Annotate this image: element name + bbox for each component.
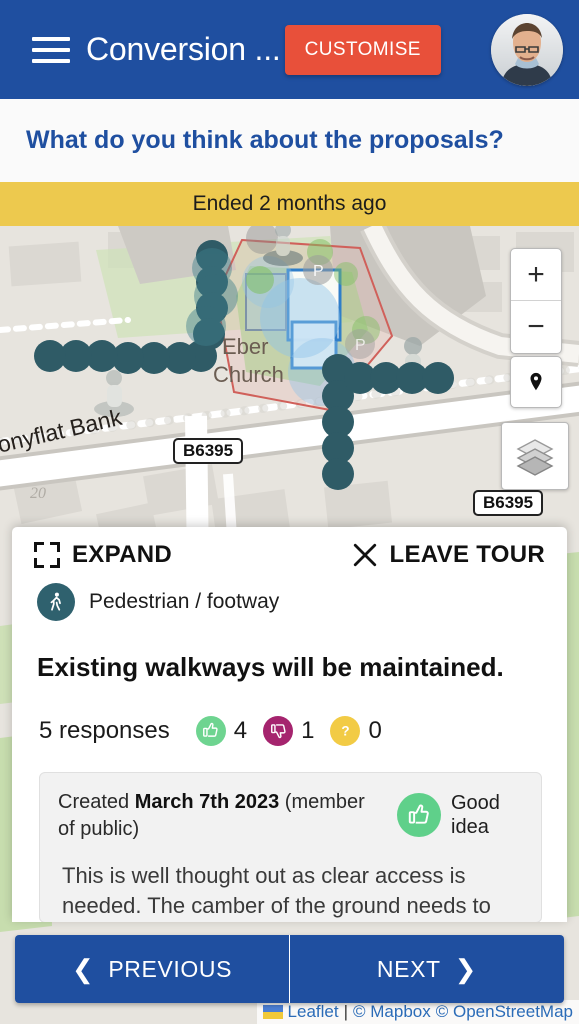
responses-summary: 5 responses 4 1 ? 0 <box>12 684 567 746</box>
panel-toolbar: EXPAND LEAVE TOUR <box>12 527 567 569</box>
thumbs-down-icon <box>263 715 294 746</box>
svg-text:?: ? <box>341 723 349 738</box>
chevron-left-icon: ❮ <box>71 954 95 984</box>
ukraine-flag-icon <box>262 1005 283 1019</box>
status-text: Ended 2 months ago <box>192 192 387 215</box>
map-attribution: Leaflet | © Mapbox © OpenStreetMap <box>256 1000 579 1024</box>
proposal-headline: Existing walkways will be maintained. <box>37 652 504 682</box>
tour-navigation: ❮ PREVIOUS NEXT ❯ <box>15 935 564 1003</box>
chevron-right-icon: ❯ <box>454 954 478 984</box>
attribution-separator: | <box>343 1002 348 1021</box>
pedestrian-walking-icon <box>37 583 75 621</box>
expand-corners-icon <box>34 542 60 568</box>
vote-negative-count: 1 <box>301 716 315 744</box>
hamburger-menu-icon[interactable] <box>32 35 70 65</box>
avatar-photo <box>491 13 563 86</box>
close-x-icon <box>353 543 376 567</box>
expand-button[interactable]: EXPAND <box>34 541 172 569</box>
svg-text:P: P <box>355 337 366 354</box>
customise-button[interactable]: CUSTOMISE <box>284 24 441 75</box>
comment-meta: Created March 7th 2023 (member of public… <box>58 789 387 843</box>
comment-created-prefix: Created <box>58 790 130 813</box>
next-label: NEXT <box>376 955 441 982</box>
question-mark-icon: ? <box>330 715 361 746</box>
zoom-out-button[interactable]: − <box>511 301 561 353</box>
vote-unsure-count: 0 <box>368 716 382 744</box>
next-button[interactable]: NEXT ❯ <box>290 935 564 1003</box>
avatar[interactable] <box>491 13 563 86</box>
thumbs-up-icon <box>397 792 441 837</box>
status-banner: Ended 2 months ago <box>0 182 579 226</box>
locate-me-button[interactable] <box>510 356 562 408</box>
zoom-in-button[interactable]: + <box>511 249 561 301</box>
comment-created-date: March 7th 2023 <box>134 790 280 813</box>
svg-text:20: 20 <box>30 485 46 502</box>
mapbox-link[interactable]: © Mapbox <box>353 1002 431 1022</box>
road-badge: B6395 <box>173 438 244 464</box>
vote-positive[interactable]: 4 <box>195 715 253 746</box>
page-title: Conversion ... <box>86 31 281 67</box>
map-label-place-1: Eber <box>222 334 269 359</box>
vote-unsure[interactable]: ? 0 <box>330 715 387 746</box>
category-row: Pedestrian / footway <box>12 569 567 621</box>
comment-verdict: Good idea <box>397 789 523 839</box>
question-text: What do you think about the proposals? <box>26 126 504 154</box>
comment-card: Created March 7th 2023 (member of public… <box>39 771 542 922</box>
app-root: P P 20 Eber Church onyflat Bank B6395 B6… <box>0 0 579 1024</box>
previous-label: PREVIOUS <box>108 955 233 982</box>
map-zoom-controls[interactable]: + − <box>510 248 562 354</box>
openstreetmap-link[interactable]: © OpenStreetMap <box>436 1002 573 1022</box>
leave-tour-label: LEAVE TOUR <box>389 541 545 568</box>
svg-text:P: P <box>313 263 324 280</box>
comment-verdict-label: Good idea <box>451 791 500 838</box>
map-layers-button[interactable] <box>501 422 569 490</box>
comment-header: Created March 7th 2023 (member of public… <box>58 789 523 843</box>
expand-label: EXPAND <box>72 541 173 568</box>
map-pin-icon <box>530 372 542 391</box>
app-header: Conversion ... CUSTOMISE <box>0 0 579 99</box>
map-label-place-2: Church <box>213 362 284 387</box>
category-label: Pedestrian / footway <box>89 590 280 613</box>
thumbs-up-icon <box>195 715 226 746</box>
leave-tour-button[interactable]: LEAVE TOUR <box>352 541 545 569</box>
road-badge: B6395 <box>473 490 544 516</box>
detail-panel: EXPAND LEAVE TOUR Pedestrian / footway E… <box>12 527 567 922</box>
vote-positive-count: 4 <box>233 716 248 744</box>
responses-count-label: 5 responses <box>39 716 170 744</box>
previous-button[interactable]: ❮ PREVIOUS <box>15 935 290 1003</box>
leaflet-link[interactable]: Leaflet <box>288 1002 339 1022</box>
layers-stack-icon <box>516 439 554 476</box>
comment-body: This is well thought out as clear access… <box>62 862 491 919</box>
vote-negative[interactable]: 1 <box>263 715 320 746</box>
question-banner: What do you think about the proposals? <box>0 99 579 182</box>
